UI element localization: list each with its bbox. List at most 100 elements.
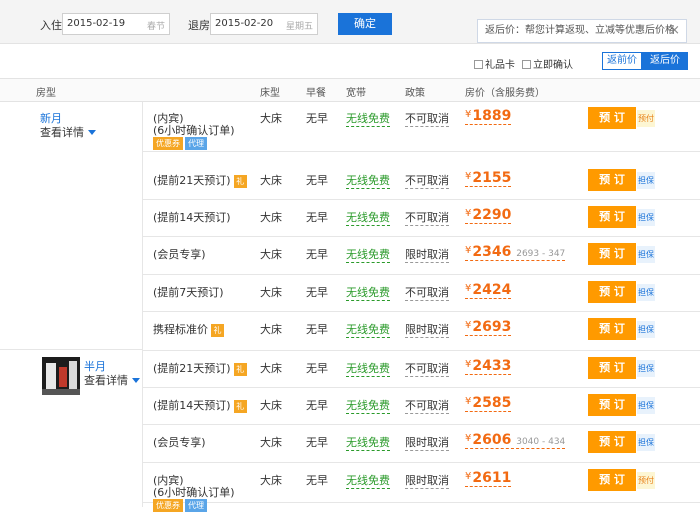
payment-type-badge: 担保 [637, 434, 655, 451]
rate-name-text: (提前21天预订) [153, 362, 231, 375]
cancel-policy[interactable]: 不可取消 [405, 110, 449, 127]
payment-type-badge: 预付 [637, 472, 655, 489]
checkout-label: 退房 [188, 19, 210, 32]
price[interactable]: ¥2155 [465, 170, 512, 187]
broadband-info[interactable]: 无线免费 [346, 397, 390, 414]
payment-type-badge: 担保 [637, 209, 655, 226]
coupon-badge[interactable]: 优惠券 [153, 499, 183, 512]
tooltip-text: 返后价：帮您计算返现、立减等优惠后价格 [485, 25, 675, 36]
price-value: 1889 [472, 108, 512, 124]
price-value: 2424 [472, 282, 512, 298]
rate-tags: 优惠券 代理 [153, 498, 209, 512]
book-button[interactable]: 预 订 [588, 107, 636, 129]
yen-symbol: ¥ [465, 396, 472, 407]
price-range: 3040 - 434 [516, 437, 566, 447]
book-button[interactable]: 预 订 [588, 318, 636, 340]
broadband-info[interactable]: 无线免费 [346, 284, 390, 301]
book-button[interactable]: 预 订 [588, 357, 636, 379]
broadband-info[interactable]: 无线免费 [346, 434, 390, 451]
price[interactable]: ¥2346 2693 - 347 [465, 244, 566, 261]
before-price-toggle[interactable]: 返前价 [602, 52, 642, 70]
cancel-policy[interactable]: 限时取消 [405, 434, 449, 451]
table-row: (提前21天预订) 礼大床 无早 无线免费 不可取消 ¥2433 预 订担保 [143, 351, 700, 388]
price[interactable]: ¥2585 [465, 395, 512, 412]
rate-name-text: (提前14天预订) [153, 211, 231, 224]
price-tooltip: 返后价：帮您计算返现、立减等优惠后价格 × [477, 19, 687, 43]
yen-symbol: ¥ [465, 245, 472, 256]
view-details-link[interactable]: 查看详情 [84, 372, 140, 388]
checkbox-icon[interactable] [522, 60, 531, 69]
rate-name: (会员专享) [153, 434, 206, 450]
view-details-label: 查看详情 [40, 126, 84, 139]
cancel-policy[interactable]: 限时取消 [405, 321, 449, 338]
price[interactable]: ¥2433 [465, 358, 512, 375]
price[interactable]: ¥2611 [465, 470, 512, 487]
cancel-policy[interactable]: 不可取消 [405, 360, 449, 377]
price[interactable]: ¥2606 3040 - 434 [465, 432, 566, 449]
broadband-info[interactable]: 无线免费 [346, 321, 390, 338]
view-details-link[interactable]: 查看详情 [40, 124, 96, 140]
price-value: 2585 [472, 395, 512, 411]
price-value: 2346 [472, 244, 512, 260]
price[interactable]: ¥2693 [465, 319, 512, 336]
yen-symbol: ¥ [465, 109, 472, 120]
broadband-info[interactable]: 无线免费 [346, 172, 390, 189]
instant-confirm-filter[interactable]: 立即确认 [522, 56, 573, 71]
table-row: (内宾) (6小时确认订单) 优惠券 代理 大床 无早 无线免费 不可取消 ¥1889 预 订预付 [143, 102, 700, 152]
book-button[interactable]: 预 订 [588, 394, 636, 416]
rate-name: (提前21天预订) 礼 [153, 172, 247, 188]
rate-name: (会员专享) [153, 246, 206, 262]
price[interactable]: ¥2424 [465, 282, 512, 299]
table-row: (会员专享) 大床 无早 无线免费 限时取消 ¥2606 3040 - 434 预 订担保 [143, 425, 700, 463]
book-button[interactable]: 预 订 [588, 169, 636, 191]
agent-badge[interactable]: 代理 [185, 499, 207, 512]
checkin-date-input[interactable]: 2015-02-19 春节 [62, 13, 170, 35]
cancel-policy[interactable]: 不可取消 [405, 284, 449, 301]
checkbox-icon[interactable] [474, 60, 483, 69]
broadband-info[interactable]: 无线免费 [346, 209, 390, 226]
bed-type: 大床 [260, 362, 282, 375]
confirm-button[interactable]: 确定 [338, 13, 392, 35]
yen-symbol: ¥ [465, 208, 472, 219]
view-details-label: 查看详情 [84, 374, 128, 387]
book-button[interactable]: 预 订 [588, 469, 636, 491]
book-button[interactable]: 预 订 [588, 281, 636, 303]
col-breakfast: 早餐 [306, 88, 326, 99]
broadband-info[interactable]: 无线免费 [346, 360, 390, 377]
agent-badge[interactable]: 代理 [185, 137, 207, 150]
col-bed: 床型 [260, 88, 280, 99]
checkout-date-value: 2015-02-20 [215, 18, 274, 29]
coupon-badge[interactable]: 优惠券 [153, 137, 183, 150]
after-price-toggle[interactable]: 返后价 [642, 52, 688, 70]
payment-type-badge: 担保 [637, 397, 655, 414]
cancel-policy[interactable]: 不可取消 [405, 172, 449, 189]
checkout-date-input[interactable]: 2015-02-20 星期五 [210, 13, 318, 35]
rate-name: (提前14天预订) [153, 209, 231, 225]
gift-icon[interactable]: 礼 [233, 363, 247, 376]
book-button[interactable]: 预 订 [588, 243, 636, 265]
table-row: (提前7天预订) 大床 无早 无线免费 不可取消 ¥2424 预 订担保 [143, 275, 700, 312]
book-button[interactable]: 预 订 [588, 431, 636, 453]
room-thumbnail[interactable] [42, 357, 80, 395]
broadband-info[interactable]: 无线免费 [346, 246, 390, 263]
gift-icon[interactable]: 礼 [211, 324, 224, 337]
rate-name-text: (提前7天预订) [153, 286, 224, 299]
table-row: (内宾) (6小时确认订单) 优惠券 代理 大床 无早 无线免费 限时取消 ¥2611 预 订预付 [143, 463, 700, 512]
cancel-policy[interactable]: 限时取消 [405, 246, 449, 263]
book-button[interactable]: 预 订 [588, 206, 636, 228]
gift-card-filter[interactable]: 礼品卡 [474, 56, 515, 71]
bed-type: 大床 [260, 112, 282, 125]
col-room-type: 房型 [36, 88, 56, 99]
rate-name-text: (提前14天预订) [153, 399, 231, 412]
gift-icon[interactable]: 礼 [233, 400, 247, 413]
broadband-info[interactable]: 无线免费 [346, 110, 390, 127]
gift-icon[interactable]: 礼 [233, 175, 247, 188]
price[interactable]: ¥2290 [465, 207, 512, 224]
close-icon[interactable]: × [669, 20, 680, 42]
cancel-policy[interactable]: 不可取消 [405, 209, 449, 226]
price[interactable]: ¥1889 [465, 108, 512, 125]
checkout-date-note: 星期五 [285, 22, 313, 32]
cancel-policy[interactable]: 限时取消 [405, 472, 449, 489]
broadband-info[interactable]: 无线免费 [346, 472, 390, 489]
cancel-policy[interactable]: 不可取消 [405, 397, 449, 414]
